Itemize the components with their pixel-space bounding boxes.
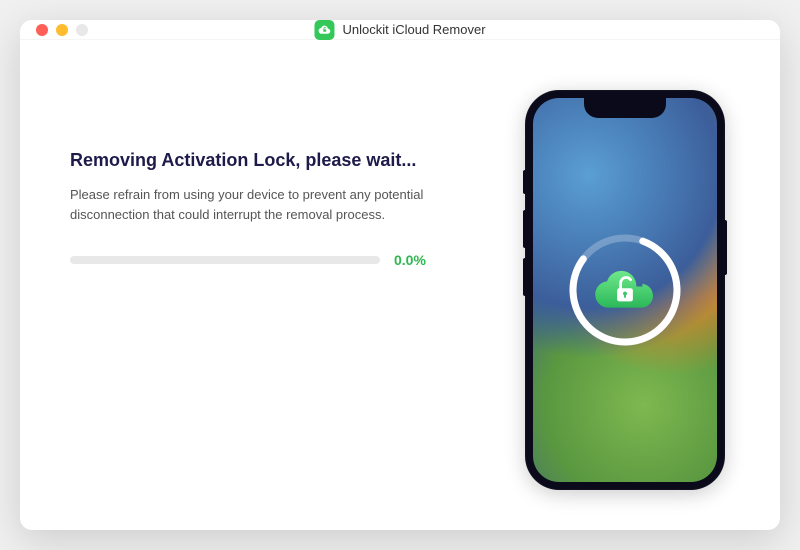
left-pane: Removing Activation Lock, please wait...… (70, 90, 510, 490)
title-center: Unlockit iCloud Remover (314, 20, 485, 40)
progress-percent: 0.0% (394, 252, 426, 268)
app-window: Unlockit iCloud Remover Removing Activat… (20, 20, 780, 530)
phone-mockup (525, 90, 725, 490)
phone-notch (584, 98, 666, 118)
app-icon (314, 20, 334, 40)
window-controls (36, 24, 88, 36)
page-heading: Removing Activation Lock, please wait... (70, 150, 490, 171)
right-pane (510, 90, 740, 490)
phone-screen (533, 98, 717, 482)
loading-spinner-icon (565, 230, 685, 350)
phone-volume-up (523, 210, 526, 248)
progress-bar (70, 256, 380, 264)
app-title: Unlockit iCloud Remover (342, 22, 485, 37)
phone-power-button (724, 220, 727, 275)
description-text: Please refrain from using your device to… (70, 185, 430, 224)
spinner-wrap (565, 230, 685, 350)
minimize-button[interactable] (56, 24, 68, 36)
phone-volume-down (523, 258, 526, 296)
titlebar: Unlockit iCloud Remover (20, 20, 780, 40)
maximize-button[interactable] (76, 24, 88, 36)
progress-row: 0.0% (70, 252, 490, 268)
close-button[interactable] (36, 24, 48, 36)
phone-silent-switch (523, 170, 526, 194)
content-area: Removing Activation Lock, please wait...… (20, 40, 780, 530)
